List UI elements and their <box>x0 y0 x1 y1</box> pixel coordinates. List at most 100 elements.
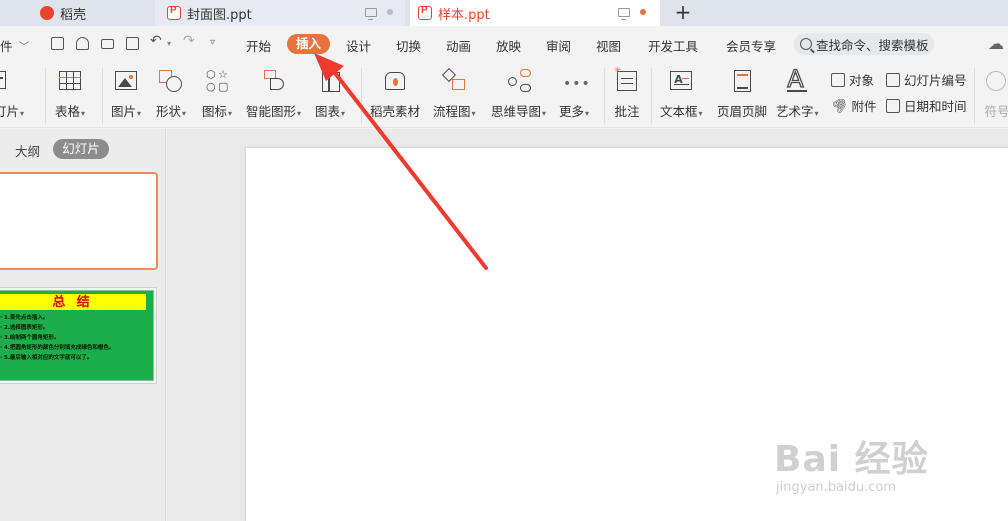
calendar-icon <box>886 98 900 113</box>
search-placeholder: 查找命令、搜索模板 <box>816 37 929 53</box>
slide-thumbnail-2[interactable]: 总 结 · 1.首先点击插入。 · 2.选择图表矩形。 · 3.绘制两个圆角矩形… <box>0 287 157 384</box>
print-icon[interactable] <box>101 39 114 49</box>
slides-tab[interactable]: 幻灯片 <box>53 139 109 159</box>
slide-number-label: 幻灯片编号 <box>904 73 967 88</box>
slide-thumbnail-1[interactable] <box>0 172 158 270</box>
omega-icon <box>984 68 1008 94</box>
flowchart-button[interactable]: 流程图 <box>433 67 476 120</box>
menu-developer[interactable]: 开发工具 <box>648 36 698 55</box>
export-icon[interactable] <box>76 37 89 50</box>
picture-label: 图片 <box>111 101 141 120</box>
new-slide-button[interactable]: 灯片 <box>0 68 24 120</box>
slide-number-icon <box>886 72 900 87</box>
thumbnail-bullets: · 1.首先点击插入。 · 2.选择图表矩形。 · 3.绘制两个圆角矩形。 · … <box>0 313 114 363</box>
shape-icon <box>158 68 184 94</box>
menu-transitions[interactable]: 切换 <box>396 36 421 55</box>
mindmap-button[interactable]: 思维导图 <box>491 68 546 120</box>
icon-label: 图标 <box>202 101 232 120</box>
list-item: · 4.把圆角矩形的颜色分别填充成绿色和橙色。 <box>0 345 115 351</box>
table-label: 表格 <box>55 101 85 120</box>
symbol-label: 符号 <box>984 104 1008 119</box>
chevron-down-icon[interactable]: ﹀ <box>19 38 29 53</box>
redo-icon[interactable]: ↷ <box>183 33 195 49</box>
slide-panel: 大纲 幻灯片 总 结 · 1.首先点击插入。 · 2.选择图表矩形。 · 3.绘… <box>0 129 166 521</box>
picture-button[interactable]: 图片 <box>111 68 141 120</box>
wordart-button[interactable]: A 艺术字 <box>776 64 819 120</box>
tab-docer[interactable]: 稻壳 <box>30 0 154 26</box>
new-slide-label: 灯片 <box>0 101 24 120</box>
watermark-url: jingyan.baidu.com <box>776 480 896 495</box>
more-button[interactable]: ••• 更多 <box>559 68 590 120</box>
menu-insert[interactable]: 插入 <box>287 34 330 54</box>
outline-tab[interactable]: 大纲 <box>15 141 40 160</box>
wordart-icon: A <box>784 64 810 94</box>
shape-button[interactable]: 形状 <box>156 68 186 120</box>
ppt-file-icon <box>418 5 432 20</box>
header-footer-icon <box>729 68 755 94</box>
comment-icon: ✳ <box>614 66 640 94</box>
shape-label: 形状 <box>156 101 186 120</box>
tab-cover-ppt[interactable]: 封面图.ppt <box>155 0 405 26</box>
menu-review[interactable]: 审阅 <box>546 36 571 55</box>
ppt-file-icon <box>167 5 181 20</box>
symbol-button[interactable]: 符号 <box>984 68 1008 120</box>
title-tab-bar: 稻壳 封面图.ppt 样本.ppt + <box>0 0 1008 26</box>
slide-number-button[interactable]: 幻灯片编号 <box>886 70 967 89</box>
baidu-jingyan-watermark: Bai 经验 jingyan.baidu.com <box>774 430 929 495</box>
tab-sample-ppt[interactable]: 样本.ppt <box>410 0 660 26</box>
mindmap-icon <box>506 68 532 94</box>
chart-icon <box>317 68 343 94</box>
object-label: 对象 <box>849 73 875 88</box>
docer-material-button[interactable]: 稻壳素材 <box>370 68 420 120</box>
picture-icon <box>113 68 139 94</box>
object-button[interactable]: 对象 <box>831 70 874 89</box>
menu-file[interactable]: 件 <box>0 36 13 55</box>
thumbnail-title: 总 结 <box>0 294 146 310</box>
chevron-down-icon[interactable]: ▾ <box>167 39 171 48</box>
textbox-button[interactable]: A 文本框 <box>660 68 703 120</box>
menu-membership[interactable]: 会员专享 <box>726 36 776 55</box>
cloud-icon[interactable]: ☁ <box>988 34 1004 53</box>
smartart-icon <box>261 68 287 94</box>
menu-slideshow[interactable]: 放映 <box>496 36 521 55</box>
tab-cover-label: 封面图.ppt <box>187 7 252 23</box>
table-button[interactable]: 表格 <box>55 68 85 120</box>
attachment-button[interactable]: 🖇 附件 <box>828 94 876 116</box>
chart-button[interactable]: 图表 <box>315 68 345 120</box>
print-preview-icon[interactable] <box>126 37 139 50</box>
menu-design[interactable]: 设计 <box>346 36 371 55</box>
smartart-button[interactable]: 智能图形 <box>246 68 301 120</box>
comment-button[interactable]: ✳ 批注 <box>614 66 640 120</box>
icon-button[interactable]: ⬡ ☆ ○ ▢ 图标 <box>202 68 232 120</box>
chart-label: 图表 <box>315 101 345 120</box>
insert-ribbon: 灯片 表格 图片 形状 ⬡ ☆ ○ ▢ <box>0 62 1008 128</box>
list-item: · 5.最后输入相对应的文字就可以了。 <box>0 355 93 361</box>
undo-icon[interactable]: ↶ <box>150 33 162 49</box>
header-footer-button[interactable]: 页眉页脚 <box>717 68 767 120</box>
icons-icon: ⬡ ☆ ○ ▢ <box>206 68 229 93</box>
flowchart-icon <box>441 67 467 94</box>
monitor-icon[interactable] <box>618 8 630 20</box>
list-item: · 2.选择图表矩形。 <box>0 325 49 331</box>
monitor-icon[interactable] <box>365 8 377 20</box>
docer-material-label: 稻壳素材 <box>370 104 421 119</box>
object-icon <box>831 72 845 87</box>
textbox-icon: A <box>668 68 694 94</box>
customize-toolbar-icon[interactable]: ▿ <box>210 37 215 48</box>
menu-home[interactable]: 开始 <box>246 36 271 55</box>
unsaved-dot-icon <box>640 9 646 15</box>
watermark-logo: Bai 经验 <box>774 439 929 480</box>
menu-animation[interactable]: 动画 <box>446 36 471 55</box>
new-tab-button[interactable]: + <box>672 0 694 26</box>
material-icon <box>382 68 408 94</box>
textbox-label: 文本框 <box>660 101 703 120</box>
menu-view[interactable]: 视图 <box>596 36 621 55</box>
save-icon[interactable] <box>51 37 64 50</box>
tab-sample-label: 样本.ppt <box>438 7 490 23</box>
comment-label: 批注 <box>614 104 640 119</box>
datetime-button[interactable]: 日期和时间 <box>886 96 967 115</box>
slide-thumbnail-2-content: 总 结 · 1.首先点击插入。 · 2.选择图表矩形。 · 3.绘制两个圆角矩形… <box>0 290 154 381</box>
datetime-label: 日期和时间 <box>904 99 967 114</box>
slide-icon <box>0 68 22 94</box>
command-search[interactable]: 查找命令、搜索模板 <box>794 33 934 55</box>
